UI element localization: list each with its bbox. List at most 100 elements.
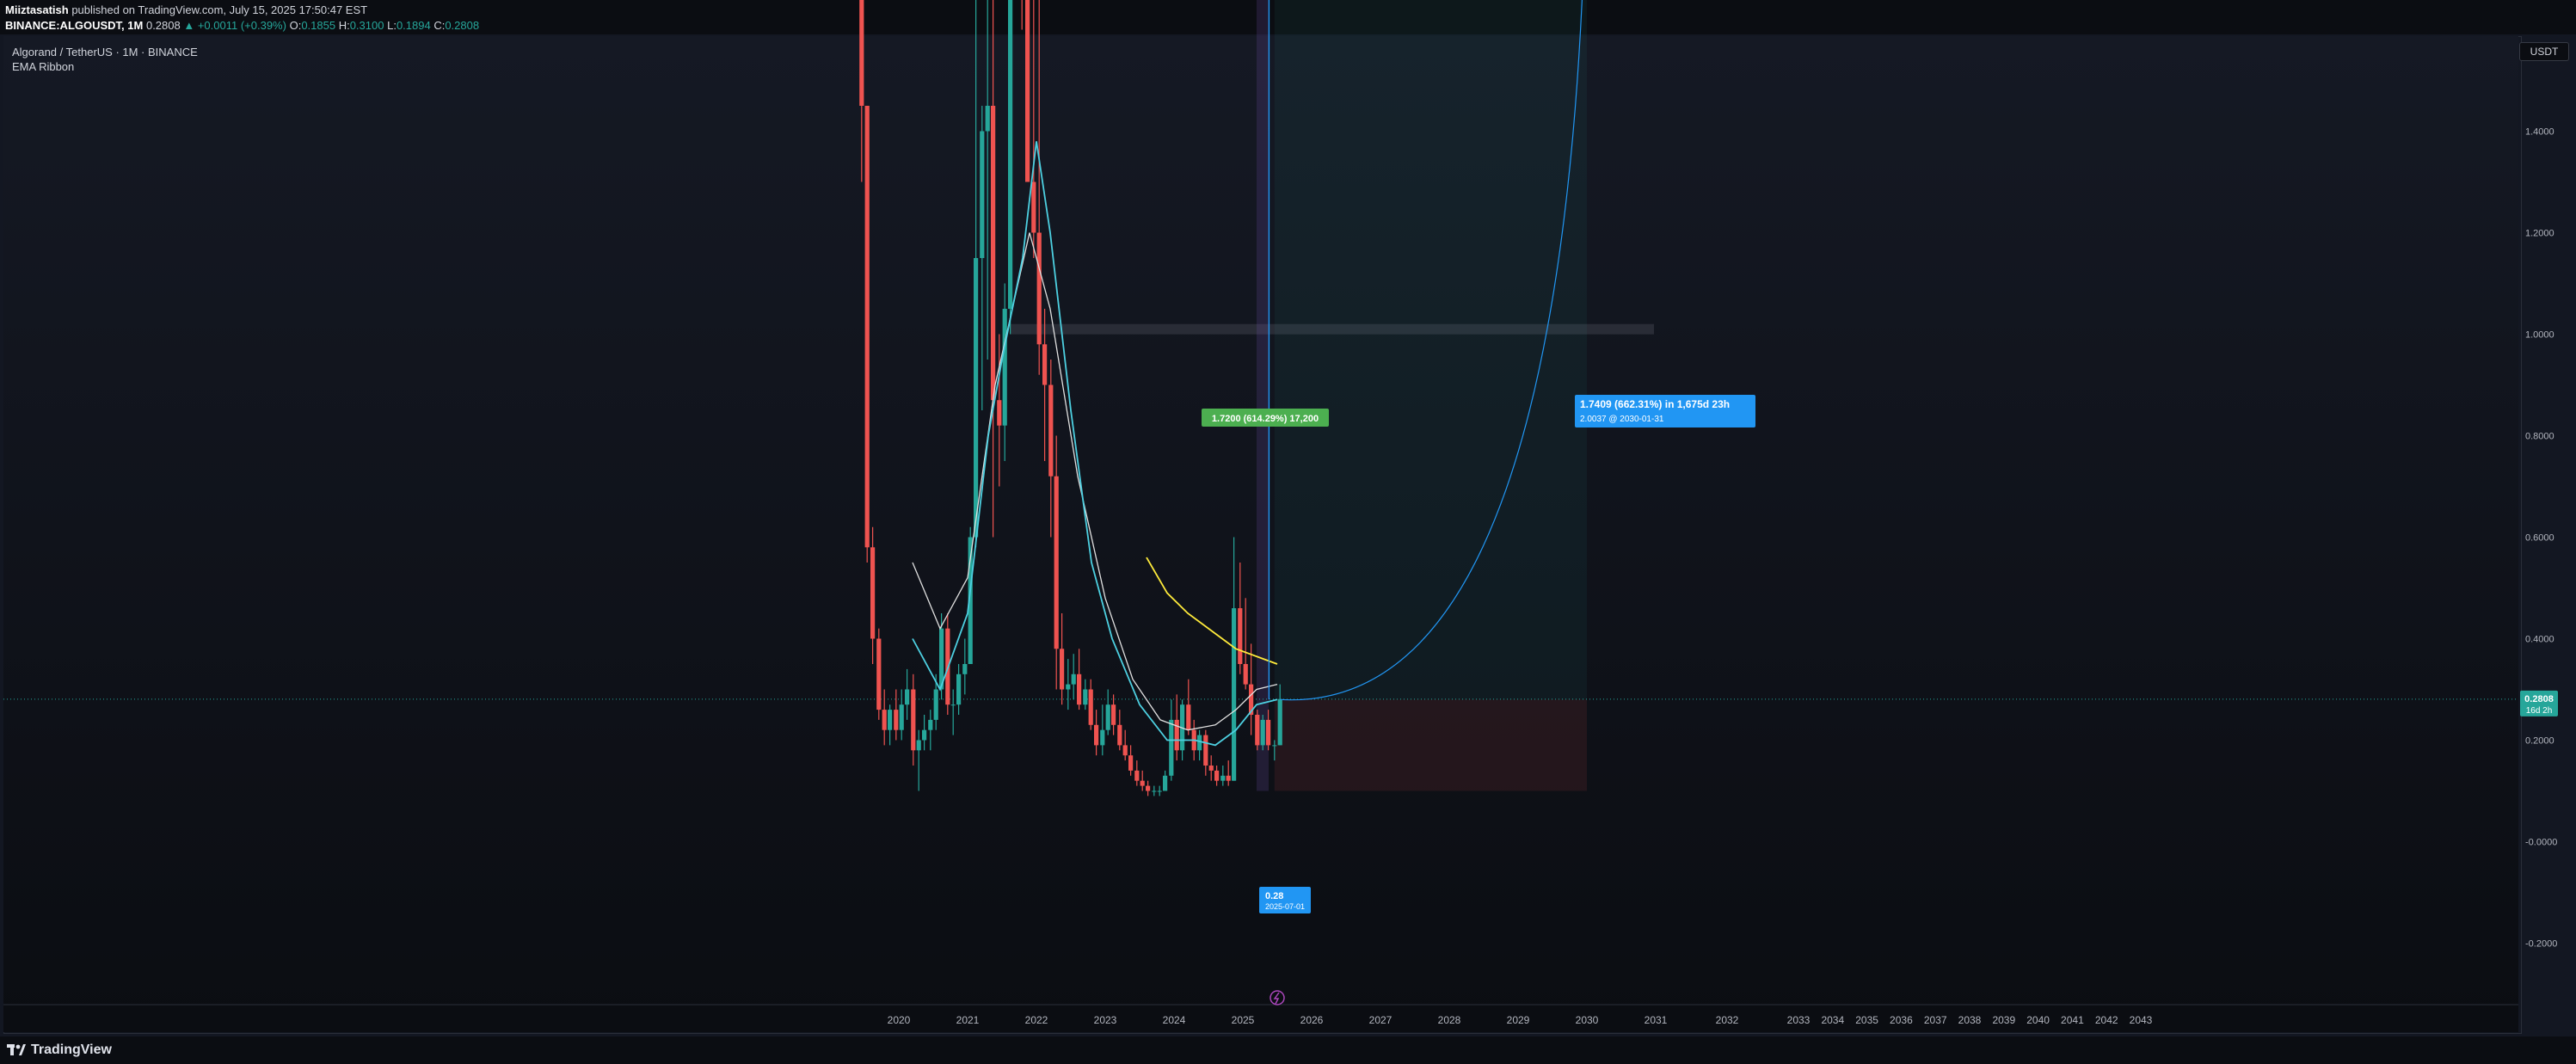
x-tick-label: 2038 (1958, 1014, 1982, 1026)
candle-body (980, 131, 985, 258)
entry-label-group: 0.282025-07-01 (1259, 887, 1311, 913)
candle-body (1152, 790, 1157, 792)
price-chart[interactable]: 1.4000 1.2000 1.0000 0.8000 0.6000 0.4000 0.20… (0, 0, 2576, 1064)
candle-body (1214, 770, 1220, 781)
candle-body (916, 740, 921, 751)
candle-body (1105, 704, 1110, 730)
entry-label: 0.28 (1265, 891, 1283, 901)
y-tick-label: 0.4000 (2525, 635, 2554, 645)
candle-body (1163, 775, 1168, 791)
target-zone (1274, 0, 1587, 700)
x-tick-label: 2030 (1576, 1014, 1599, 1026)
candle-body (928, 719, 933, 730)
candle-body (1260, 719, 1265, 746)
stop-zone (1274, 699, 1587, 791)
x-tick-label: 2041 (2061, 1014, 2084, 1026)
candle-body (933, 689, 938, 720)
candle-body (894, 710, 899, 730)
x-tick-label: 2031 (1645, 1014, 1668, 1026)
tradingview-logo[interactable]: TradingView (7, 1042, 112, 1058)
candle-body (1094, 724, 1099, 746)
candle-body (1134, 770, 1140, 781)
candle-body (1157, 790, 1162, 792)
candle-body (1083, 689, 1088, 705)
candle-body (922, 729, 927, 741)
candle-body (1042, 344, 1048, 385)
candle-body (1031, 181, 1036, 233)
candle-body (1140, 780, 1145, 786)
y-tick-label: 1.2000 (2525, 229, 2554, 239)
y-axis: 1.4000 1.2000 1.0000 0.8000 0.6000 0.4000 0.20… (2525, 127, 2557, 950)
brand-text: TradingView (31, 1042, 112, 1057)
current-price-label: 0.2808 (2524, 694, 2554, 704)
candle-body (1208, 766, 1214, 771)
chart-legend: Algorand / TetherUS · 1M · BINANCE EMA R… (12, 45, 198, 74)
x-tick-label: 2029 (1507, 1014, 1530, 1026)
candle-body (1077, 673, 1082, 705)
candle-body (1048, 384, 1054, 477)
x-tick-label: 2037 (1924, 1014, 1947, 1026)
projection-label-group: 1.7409 (662.31%) in 1,675d 23h 2.0037 @ 2… (1575, 395, 1755, 427)
x-tick-label: 2024 (1163, 1014, 1186, 1026)
candle-body (950, 704, 956, 706)
candle-body (1122, 745, 1128, 756)
x-tick-label: 2039 (1992, 1014, 2015, 1026)
candle-body (1277, 698, 1282, 746)
x-tick-label: 2025 (1232, 1014, 1255, 1026)
x-tick-label: 2040 (2026, 1014, 2050, 1026)
y-tick-label: 0.6000 (2525, 533, 2554, 544)
candle-body (1066, 684, 1071, 690)
x-tick-label: 2032 (1716, 1014, 1739, 1026)
candle-body (1272, 745, 1277, 747)
currency-selector[interactable]: USDT (2519, 42, 2569, 61)
candle-body (1186, 704, 1191, 730)
candle-body (1060, 649, 1065, 690)
legend-title: Algorand / TetherUS · 1M · BINANCE (12, 46, 198, 58)
candle-body (1238, 608, 1243, 664)
x-tick-label: 2027 (1369, 1014, 1393, 1026)
entry-date: 2025-07-01 (1265, 902, 1305, 911)
candle-body (956, 673, 962, 705)
x-tick-label: 2026 (1300, 1014, 1324, 1026)
candle-body (1255, 715, 1260, 746)
y-tick-label: 0.8000 (2525, 432, 2554, 442)
candle-body (1243, 664, 1248, 685)
countdown-label: 16d 2h (2526, 706, 2553, 716)
candle-body (1220, 775, 1226, 781)
candle-body (905, 689, 910, 705)
candle-body (962, 664, 968, 674)
measure-label-group: 1.7200 (614.29%) 17,200 (1202, 409, 1329, 427)
candle-body (1025, 0, 1030, 182)
y-tick-label: 1.4000 (2525, 127, 2554, 138)
x-tick-label: 2034 (1821, 1014, 1844, 1026)
candle-body (859, 0, 864, 106)
tradingview-icon (7, 1044, 26, 1055)
candle-body (997, 400, 1002, 426)
y-tick-label: -0.2000 (2525, 939, 2557, 950)
candle-body (1111, 704, 1116, 725)
x-tick-label: 2023 (1094, 1014, 1117, 1026)
candle-body (888, 710, 893, 730)
candle-body (1071, 673, 1076, 685)
candle-body (1128, 755, 1134, 771)
x-tick-label: 2036 (1890, 1014, 1913, 1026)
legend-indicator[interactable]: EMA Ribbon (12, 59, 198, 74)
y-tick-label: 1.0000 (2525, 330, 2554, 341)
candle-body (882, 710, 887, 730)
candle-body (1036, 232, 1042, 345)
candle-body (1146, 785, 1151, 791)
candle-body (1169, 719, 1174, 776)
candle-body (911, 689, 916, 751)
measure-range (1257, 0, 1269, 791)
candle-body (1197, 735, 1202, 751)
projection-sublabel: 2.0037 @ 2030-01-31 (1580, 415, 1664, 424)
x-tick-label: 2042 (2095, 1014, 2118, 1026)
candle-body (1232, 608, 1237, 781)
candle-body (1002, 309, 1007, 426)
candle-body (1100, 729, 1105, 746)
x-tick-label: 2033 (1787, 1014, 1811, 1026)
candle-body (1226, 775, 1231, 781)
current-price-tag: 0.2808 16d 2h (2520, 690, 2558, 717)
x-tick-label: 2043 (2130, 1014, 2153, 1026)
footer (0, 1036, 2576, 1064)
